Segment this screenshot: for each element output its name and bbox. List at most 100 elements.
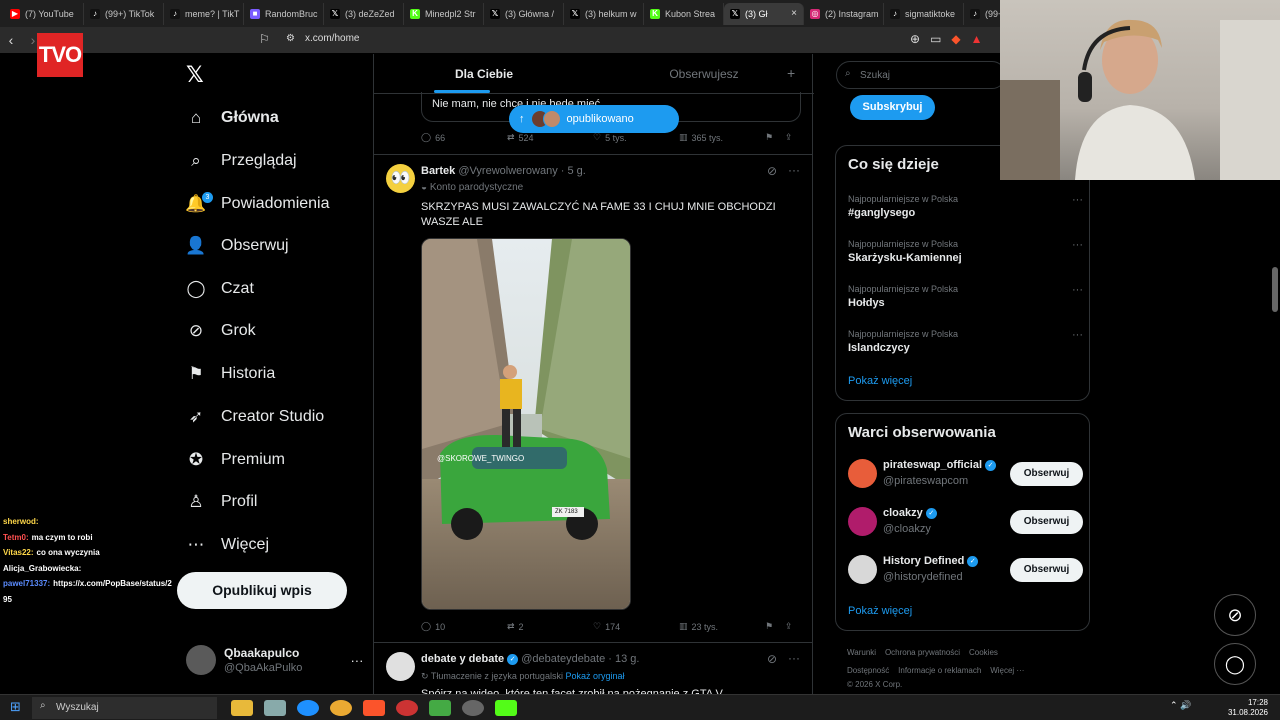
follow-button[interactable]: Obserwuj [1010, 462, 1083, 486]
browser-tab[interactable]: 𝕏 (3) deZeZed [324, 2, 404, 25]
post-handle[interactable]: @Vyrewolwerowany [458, 165, 557, 177]
reply-button[interactable]: ◯ 10 [421, 621, 507, 632]
like-button[interactable]: ♡ 5 tys. [593, 132, 679, 143]
browser-tab[interactable]: ♪ meme? | TikT [164, 2, 244, 25]
share-icon[interactable]: ⇪ [785, 621, 793, 632]
footer-link[interactable]: Warunki [847, 648, 876, 657]
taskbar-search[interactable]: ⌕ Wyszukaj [32, 696, 217, 719]
post-time[interactable]: · 5 g. [561, 165, 586, 177]
messages-fab-icon[interactable]: ◯ [1214, 643, 1256, 685]
bookmark-page-icon[interactable]: ⚐ [259, 32, 270, 46]
add-feed-icon[interactable]: + [787, 65, 795, 81]
address-input[interactable]: x.com/home [305, 33, 359, 44]
browser-tab[interactable]: ▶ (7) YouTube [4, 2, 84, 25]
brave-rewards-icon[interactable]: ▲ [971, 32, 983, 46]
follow-button[interactable]: Obserwuj [1010, 510, 1083, 534]
tab-following[interactable]: Obserwujesz [594, 54, 814, 93]
show-more-trends-link[interactable]: Pokaż więcej [848, 375, 912, 387]
file-explorer-icon[interactable] [231, 699, 253, 716]
follow-suggestion[interactable]: pirateswap_official ✓ @pirateswapcom Obser… [848, 457, 1083, 491]
post-author[interactable]: Bartek [421, 165, 455, 177]
zoom-icon[interactable]: ⊕ [910, 32, 920, 46]
share-icon[interactable]: ⇪ [785, 132, 793, 143]
more-dots-icon[interactable]: ··· [1072, 194, 1083, 206]
show-more-follow-link[interactable]: Pokaż więcej [848, 605, 912, 617]
tab-for-you[interactable]: Dla Ciebie [374, 54, 594, 93]
subscribe-button[interactable]: Subskrybuj [850, 95, 935, 120]
browser-tab[interactable]: 𝕏 (3) Gł × [724, 2, 804, 25]
more-dots-icon[interactable]: ··· [788, 163, 800, 177]
bookmark-icon[interactable]: ⚑ [765, 132, 785, 143]
trend-item[interactable]: Najpopularniejsze w Polska Islandczycy ··· [848, 329, 1083, 354]
app-icon[interactable] [264, 699, 286, 716]
repost-button[interactable]: ⇄ 2 [507, 621, 593, 632]
footer-link[interactable]: Więcej ··· [990, 666, 1024, 675]
nav-item[interactable]: ⚑ Historia [185, 359, 275, 389]
repost-button[interactable]: ⇄ 524 [507, 132, 593, 143]
nav-item[interactable]: ♙ Profil [185, 487, 257, 517]
x-logo-icon[interactable]: 𝕏 [186, 62, 204, 88]
brave-icon[interactable] [363, 699, 385, 716]
more-dots-icon[interactable]: ··· [1072, 329, 1083, 341]
app-icon[interactable] [396, 699, 418, 716]
site-info-icon[interactable]: ⚙ [286, 33, 295, 44]
avatar[interactable]: 👀 [386, 164, 415, 193]
footer-link[interactable]: Ochrona prywatności [885, 648, 960, 657]
follow-button[interactable]: Obserwuj [1010, 558, 1083, 582]
browser-tab[interactable]: 𝕏 (3) Główna / [484, 2, 564, 25]
back-icon[interactable]: ‹ [0, 32, 22, 48]
trend-item[interactable]: Najpopularniejsze w Polska Skarżysku-Kami… [848, 239, 1083, 264]
post-handle[interactable]: @debateydebate [521, 653, 605, 665]
nav-item[interactable]: ⌂ Główna [185, 103, 279, 133]
footer-link[interactable]: Cookies [969, 648, 998, 657]
views-button[interactable]: ▥ 23 tys. [679, 621, 765, 632]
clock[interactable]: 17:28 31.08.2026 [1228, 698, 1268, 718]
browser-tab[interactable]: K Minedpl2 Str [404, 2, 484, 25]
browser-tab[interactable]: ♪ (99+) TikTok [84, 2, 164, 25]
browser-tab[interactable]: ◎ (2) Instagram [804, 2, 884, 25]
app-icon[interactable] [429, 699, 451, 716]
footer-link[interactable]: Informacje o reklamach [898, 666, 981, 675]
kick-icon[interactable] [495, 699, 517, 716]
post-author[interactable]: debate y debate [421, 653, 504, 665]
post-video[interactable]: @SKOROWE_TWINGO ZK 7183 [421, 238, 631, 610]
new-posts-pill[interactable]: ↑ opublikowano [509, 105, 679, 133]
trend-item[interactable]: Najpopularniejsze w Polska #ganglysego ··· [848, 194, 1083, 219]
chrome-icon[interactable] [330, 699, 352, 716]
browser-tab[interactable]: ■ RandomBruc [244, 2, 324, 25]
follow-suggestion[interactable]: cloakzy ✓ @cloakzy Obserwuj [848, 505, 1083, 539]
trend-item[interactable]: Najpopularniejsze w Polska Hołdys ··· [848, 284, 1083, 309]
grok-icon[interactable]: ⊘ [767, 652, 777, 666]
more-dots-icon[interactable]: ··· [1072, 239, 1083, 251]
obs-icon[interactable] [462, 699, 484, 716]
account-switcher[interactable]: Qbaakapulco @QbaAkaPulko ··· [186, 645, 363, 675]
nav-item[interactable]: ✪ Premium [185, 445, 285, 475]
post-time[interactable]: · 13 g. [608, 653, 639, 665]
nav-item[interactable]: ⊘ Grok [185, 316, 256, 346]
like-button[interactable]: ♡ 174 [593, 621, 679, 632]
scrollbar[interactable] [1272, 267, 1278, 312]
more-dots-icon[interactable]: ··· [350, 653, 363, 668]
nav-item[interactable]: 👤 Obserwuj [185, 231, 288, 261]
brave-shield-icon[interactable]: ◆ [951, 32, 960, 46]
footer-link[interactable]: Dostępność [847, 666, 889, 675]
avatar[interactable] [386, 652, 415, 681]
nav-item[interactable]: ➶ Creator Studio [185, 402, 324, 432]
nav-item[interactable]: ◯ Czat [185, 274, 253, 304]
browser-tab[interactable]: 𝕏 (3) helkum w [564, 2, 644, 25]
close-tab-icon[interactable]: × [791, 8, 797, 19]
windows-start-icon[interactable]: ⊞ [10, 699, 21, 715]
bookmark-icon[interactable]: ⚑ [765, 621, 785, 632]
show-original-link[interactable]: Pokaż oryginał [565, 671, 624, 681]
edge-icon[interactable] [297, 699, 319, 716]
more-dots-icon[interactable]: ··· [788, 651, 800, 665]
browser-tab[interactable]: K Kubon Strea [644, 2, 724, 25]
follow-suggestion[interactable]: History Defined ✓ @historydefined Obserwuj [848, 553, 1083, 587]
search-input[interactable]: ⌕ Szukaj [836, 61, 1006, 89]
reply-button[interactable]: ◯ 66 [421, 132, 507, 143]
more-dots-icon[interactable]: ··· [1072, 284, 1083, 296]
browser-tab[interactable]: ♪ sigmatiktoke [884, 2, 964, 25]
grok-fab-icon[interactable]: ⊘ [1214, 594, 1256, 636]
nav-item[interactable]: ⌕ Przeglądaj [185, 146, 296, 176]
tray-icons[interactable]: ⌃ 🔊 [1170, 700, 1191, 711]
